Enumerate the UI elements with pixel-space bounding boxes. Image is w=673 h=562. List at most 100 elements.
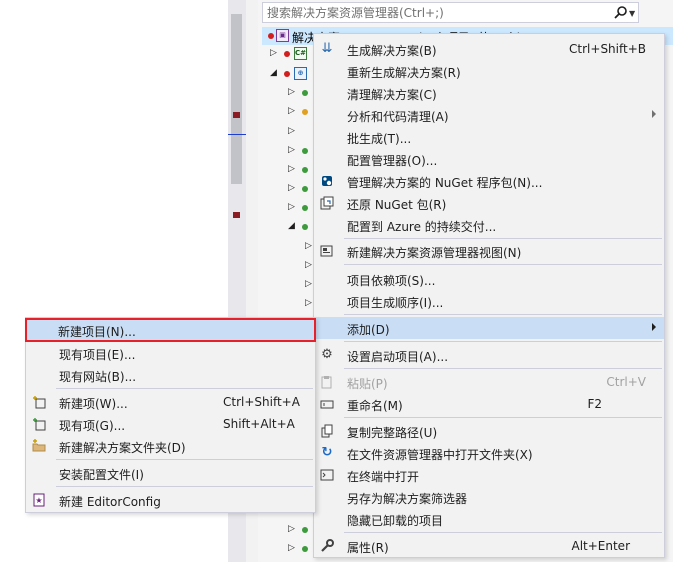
status-dot bbox=[302, 186, 308, 192]
tree-node[interactable]: ▷ bbox=[288, 123, 314, 141]
csharp-project-icon: C# bbox=[294, 47, 307, 60]
add-submenu: 新建项目(N)... 现有项目(E)... 现有网站(B)... 新建项(W).… bbox=[25, 317, 316, 513]
copy-icon bbox=[319, 423, 335, 439]
svg-text:★: ★ bbox=[35, 496, 42, 505]
tree-node[interactable]: ▷ bbox=[288, 103, 314, 121]
new-project-highlight[interactable]: 新建项目(N)... bbox=[25, 318, 316, 342]
error-marker bbox=[233, 112, 240, 118]
status-dot bbox=[302, 167, 308, 173]
search-input[interactable] bbox=[267, 5, 597, 21]
menu-item-properties[interactable]: 属性(R) Alt+Enter bbox=[314, 535, 664, 557]
submenu-arrow-icon bbox=[652, 323, 656, 331]
web-project-icon: ⊕ bbox=[294, 67, 307, 80]
search-options-dropdown[interactable]: ▼ bbox=[629, 9, 635, 18]
expand-icon[interactable]: ▷ bbox=[288, 126, 295, 136]
wrench-icon bbox=[319, 538, 335, 554]
menu-item-add[interactable]: 添加(D) bbox=[314, 317, 664, 339]
menu-separator bbox=[344, 368, 662, 369]
restore-icon bbox=[319, 195, 335, 211]
menu-item-copy-full-path[interactable]: 复制完整路径(U) bbox=[314, 420, 664, 442]
solution-explorer-search[interactable]: ▼ bbox=[262, 2, 639, 23]
solution-icon: ▣ bbox=[276, 29, 289, 42]
menu-item-project-dependencies[interactable]: 项目依赖项(S)... bbox=[314, 268, 664, 290]
expand-icon[interactable]: ▷ bbox=[288, 524, 295, 534]
new-folder-icon bbox=[31, 438, 47, 454]
status-dot bbox=[302, 224, 308, 230]
menu-item-save-filter[interactable]: 另存为解决方案筛选器 bbox=[314, 486, 664, 508]
status-dot bbox=[302, 527, 308, 533]
tree-node[interactable]: ▷ C# bbox=[270, 45, 314, 63]
status-dot bbox=[284, 51, 290, 57]
menu-item-build-solution[interactable]: ⇊ 生成解决方案(B) Ctrl+Shift+B bbox=[314, 38, 664, 60]
status-dot bbox=[302, 109, 308, 115]
menu-item-rename[interactable]: 重命名(M) F2 bbox=[314, 393, 664, 415]
expand-icon[interactable]: ▷ bbox=[288, 543, 295, 553]
expand-icon[interactable]: ▷ bbox=[288, 87, 295, 97]
editorconfig-icon: ★ bbox=[31, 492, 47, 508]
rename-icon bbox=[319, 396, 335, 412]
collapse-icon[interactable]: ◢ bbox=[288, 221, 295, 231]
status-dot bbox=[302, 546, 308, 552]
error-marker bbox=[233, 212, 240, 218]
expand-icon[interactable]: ▷ bbox=[288, 106, 295, 116]
menu-item-hide-unloaded[interactable]: 隐藏已卸载的项目 bbox=[314, 508, 664, 530]
tree-node[interactable]: ▷ bbox=[288, 142, 314, 160]
menu-item-rebuild-solution[interactable]: 重新生成解决方案(R) bbox=[314, 60, 664, 82]
menu-item-new-editorconfig[interactable]: ★ 新建 EditorConfig bbox=[26, 489, 315, 511]
tree-node[interactable]: ▷ bbox=[288, 161, 314, 179]
nuget-icon bbox=[319, 173, 335, 189]
expand-icon[interactable]: ▷ bbox=[288, 183, 295, 193]
menu-separator bbox=[56, 388, 313, 389]
menu-item-existing-item[interactable]: 现有项(G)... Shift+Alt+A bbox=[26, 413, 315, 435]
tree-node[interactable]: ▷ bbox=[288, 540, 314, 558]
expand-icon[interactable]: ▷ bbox=[305, 279, 312, 289]
menu-separator bbox=[344, 532, 662, 533]
menu-item-restore-nuget[interactable]: 还原 NuGet 包(R) bbox=[314, 192, 664, 214]
expand-icon[interactable]: ▷ bbox=[288, 202, 295, 212]
status-dot bbox=[302, 148, 308, 154]
existing-item-icon bbox=[31, 416, 47, 432]
status-dot bbox=[268, 33, 274, 39]
menu-separator bbox=[56, 486, 313, 487]
status-dot bbox=[302, 90, 308, 96]
menu-item-existing-website[interactable]: 现有网站(B)... bbox=[26, 364, 315, 386]
tree-node[interactable]: ▷ bbox=[288, 199, 314, 217]
caret-position-marker bbox=[228, 134, 246, 135]
tree-node[interactable]: ▷ bbox=[288, 84, 314, 102]
open-folder-icon: ↻ bbox=[321, 445, 333, 460]
menu-item-new-item[interactable]: 新建项(W)... Ctrl+Shift+A bbox=[26, 391, 315, 413]
menu-item-open-in-terminal[interactable]: 在终端中打开 bbox=[314, 464, 664, 486]
search-icon[interactable] bbox=[613, 5, 629, 21]
menu-item-configuration-manager[interactable]: 配置管理器(O)... bbox=[314, 148, 664, 170]
tree-node[interactable]: ◢ ⊕ bbox=[270, 65, 314, 83]
menu-item-open-in-explorer[interactable]: ↻ 在文件资源管理器中打开文件夹(X) bbox=[314, 442, 664, 464]
menu-item-new-solution-folder[interactable]: 新建解决方案文件夹(D) bbox=[26, 435, 315, 457]
gear-icon: ⚙ bbox=[321, 347, 333, 362]
expand-icon[interactable]: ▷ bbox=[288, 164, 295, 174]
tree-node[interactable]: ◢ bbox=[288, 218, 314, 236]
menu-item-azure-delivery[interactable]: 配置到 Azure 的持续交付... bbox=[314, 214, 664, 236]
expand-icon[interactable]: ▷ bbox=[270, 48, 277, 58]
expand-icon[interactable]: ▷ bbox=[305, 260, 312, 270]
menu-item-install-config[interactable]: 安装配置文件(I) bbox=[26, 462, 315, 484]
solution-context-menu: ⇊ 生成解决方案(B) Ctrl+Shift+B 重新生成解决方案(R) 清理解… bbox=[313, 33, 665, 558]
collapse-icon[interactable]: ◢ bbox=[270, 68, 277, 78]
tree-node[interactable]: ▷ bbox=[288, 521, 314, 539]
expand-icon[interactable]: ▷ bbox=[305, 298, 312, 308]
build-icon: ⇊ bbox=[321, 41, 333, 56]
menu-item-new-explorer-view[interactable]: 新建解决方案资源管理器视图(N) bbox=[314, 240, 664, 262]
menu-item-set-startup[interactable]: ⚙ 设置启动项目(A)... bbox=[314, 344, 664, 366]
editor-scrollbar-thumb[interactable] bbox=[231, 14, 242, 184]
paste-icon bbox=[319, 374, 335, 390]
menu-item-analyze-cleanup[interactable]: 分析和代码清理(A) bbox=[314, 104, 664, 126]
menu-item-build-order[interactable]: 项目生成顺序(I)... bbox=[314, 290, 664, 312]
menu-item-manage-nuget[interactable]: 管理解决方案的 NuGet 程序包(N)... bbox=[314, 170, 664, 192]
menu-item-existing-project[interactable]: 现有项目(E)... bbox=[26, 342, 315, 364]
expand-icon[interactable]: ▷ bbox=[288, 145, 295, 155]
menu-item-batch-build[interactable]: 批生成(T)... bbox=[314, 126, 664, 148]
menu-item-clean-solution[interactable]: 清理解决方案(C) bbox=[314, 82, 664, 104]
menu-separator bbox=[344, 264, 662, 265]
expand-icon[interactable]: ▷ bbox=[305, 241, 312, 251]
menu-item-paste[interactable]: 粘贴(P) Ctrl+V bbox=[314, 371, 664, 393]
tree-node[interactable]: ▷ bbox=[288, 180, 314, 198]
